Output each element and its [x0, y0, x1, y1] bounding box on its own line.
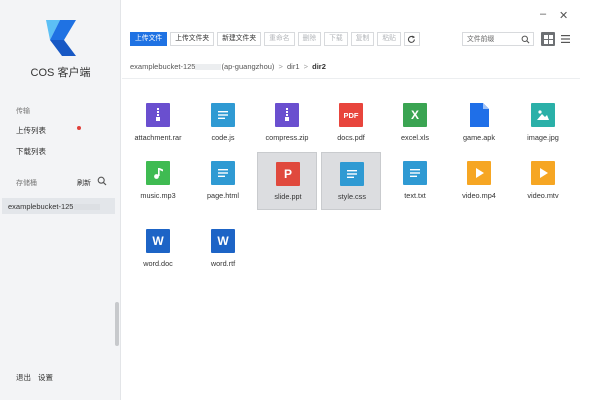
sidebar-item-upload-list[interactable]: 上传列表	[16, 125, 46, 136]
rename-button[interactable]: 重命名	[264, 32, 295, 46]
file-item[interactable]: Wword.doc	[128, 220, 188, 278]
redacted-mask	[74, 204, 101, 211]
refresh-icon[interactable]	[403, 32, 420, 46]
logout-link[interactable]: 退出	[16, 372, 31, 383]
paste-button[interactable]: 粘贴	[377, 32, 401, 46]
music-icon	[146, 161, 170, 185]
search-icon[interactable]	[97, 176, 107, 186]
new-folder-button[interactable]: 新建文件夹	[217, 32, 262, 46]
file-item[interactable]: PDF docs.pdf	[321, 94, 381, 152]
file-item[interactable]: text.txt	[385, 152, 445, 210]
file-name: style.css	[338, 192, 366, 201]
document-icon	[211, 103, 235, 127]
list-view-icon[interactable]	[558, 32, 572, 46]
file-item[interactable]: Xexcel.xls	[385, 94, 445, 152]
video-icon	[531, 161, 555, 185]
toolbar: 上传文件 上传文件夹 新建文件夹 重命名 删除 下载 复制 粘贴	[130, 32, 420, 46]
excel-icon: X	[403, 103, 427, 127]
pdf-icon: PDF	[339, 103, 363, 127]
close-icon[interactable]: ✕	[559, 9, 568, 22]
file-name: code.js	[211, 133, 235, 142]
file-name: attachment.rar	[134, 133, 182, 142]
bucket-section-label: 存储桶	[16, 180, 37, 187]
redacted-mask	[195, 64, 222, 71]
file-item[interactable]: music.mp3	[128, 152, 188, 210]
image-icon	[531, 103, 555, 127]
archive-icon	[275, 103, 299, 127]
file-name: word.doc	[143, 259, 173, 268]
file-name: text.txt	[404, 191, 426, 200]
ppt-icon: P	[276, 162, 300, 186]
upload-file-button[interactable]: 上传文件	[130, 32, 168, 46]
file-item[interactable]: code.js	[193, 94, 253, 152]
sidebar-scrollbar[interactable]	[115, 302, 119, 346]
file-name: video.mp4	[462, 191, 496, 200]
document-icon	[403, 161, 427, 185]
word-icon: W	[146, 229, 170, 253]
notification-dot	[77, 126, 81, 130]
file-item[interactable]: game.apk	[449, 94, 509, 152]
file-name: slide.ppt	[274, 192, 302, 201]
file-item[interactable]: Wword.rtf	[193, 220, 253, 278]
file-icon	[467, 103, 491, 127]
delete-button[interactable]: 删除	[297, 32, 322, 46]
sidebar-item-bucket[interactable]: examplebucket-125	[2, 198, 115, 214]
breadcrumb-dir2: dir2	[312, 62, 326, 71]
grid-view-icon[interactable]	[541, 32, 555, 46]
file-item[interactable]: image.jpg	[513, 94, 573, 152]
file-name: game.apk	[462, 133, 496, 142]
breadcrumb-separator: >	[278, 62, 283, 71]
bucket-name: examplebucket-125	[8, 202, 74, 211]
cos-logo-icon	[46, 20, 76, 56]
word-icon: W	[211, 229, 235, 253]
settings-link[interactable]: 设置	[38, 372, 53, 383]
file-prefix-search-input[interactable]	[463, 33, 519, 45]
archive-icon	[146, 103, 170, 127]
sidebar: COS 客户端 传输 上传列表 下载列表 存储桶 刷新 examplebucke…	[0, 0, 121, 400]
file-name: music.mp3	[140, 191, 176, 200]
search-box	[462, 32, 534, 46]
file-name: page.html	[206, 191, 240, 200]
breadcrumb-dir1[interactable]: dir1	[287, 62, 300, 71]
file-item[interactable]: video.mp4	[449, 152, 509, 210]
download-button[interactable]: 下载	[324, 32, 348, 46]
file-item[interactable]: Pslide.ppt	[257, 152, 317, 210]
breadcrumb-bucket[interactable]: examplebucket-125	[130, 62, 195, 71]
copy-button[interactable]: 复制	[350, 32, 375, 46]
transfer-section-label: 传输	[16, 108, 30, 115]
file-item[interactable]: attachment.rar	[128, 94, 188, 152]
file-item[interactable]: style.css	[321, 152, 381, 210]
file-name: compress.zip	[265, 133, 309, 142]
refresh-button[interactable]: 刷新	[77, 178, 91, 188]
app-name: COS 客户端	[30, 67, 91, 79]
upload-folder-button[interactable]: 上传文件夹	[170, 32, 215, 46]
file-item[interactable]: compress.zip	[257, 94, 317, 152]
search-icon[interactable]	[521, 35, 530, 44]
file-item[interactable]: video.mtv	[513, 152, 573, 210]
breadcrumb-separator: >	[303, 62, 309, 71]
document-icon	[340, 162, 364, 186]
file-name: video.mtv	[527, 191, 559, 200]
minimize-icon[interactable]: –	[540, 8, 546, 20]
sidebar-item-download-list[interactable]: 下载列表	[16, 146, 46, 157]
file-name: excel.xls	[401, 133, 429, 142]
divider	[122, 78, 580, 79]
file-name: docs.pdf	[337, 133, 365, 142]
file-item[interactable]: page.html	[193, 152, 253, 210]
breadcrumb: examplebucket-125 (ap-guangzhou) > dir1 >…	[130, 62, 326, 71]
document-icon	[211, 161, 235, 185]
file-name: word.rtf	[210, 259, 236, 268]
breadcrumb-region[interactable]: (ap-guangzhou)	[221, 62, 274, 71]
file-name: image.jpg	[527, 133, 559, 142]
video-icon	[467, 161, 491, 185]
